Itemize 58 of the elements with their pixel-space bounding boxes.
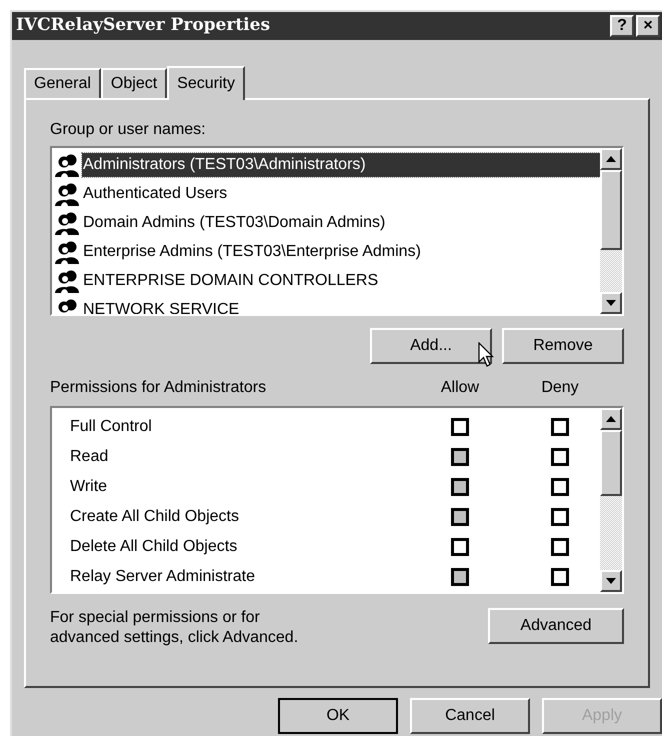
checkbox[interactable]: [451, 418, 469, 436]
user-group-icon: [54, 210, 80, 234]
group-list-item[interactable]: Domain Admins (TEST03\Domain Admins): [82, 210, 386, 234]
group-list-label: Group or user names:: [50, 120, 207, 140]
checkbox[interactable]: [451, 448, 469, 466]
checkbox[interactable]: [551, 448, 569, 466]
advanced-note: For special permissions or for advanced settings, click Advanced.: [50, 608, 300, 648]
scrollbar[interactable]: [600, 408, 622, 592]
tab[interactable]: Object: [100, 68, 168, 98]
close-button[interactable]: ×: [636, 15, 660, 37]
checkbox[interactable]: [451, 538, 469, 556]
permission-name: Relay Server Administrate: [69, 567, 256, 587]
checkbox[interactable]: [551, 538, 569, 556]
permission-name: Create All Child Objects: [69, 507, 240, 527]
checkbox[interactable]: [451, 508, 469, 526]
help-button[interactable]: ?: [610, 15, 634, 37]
group-list-item[interactable]: Authenticated Users: [82, 182, 228, 206]
down-arrow-icon: [606, 300, 616, 306]
window-title: IVCRelayServer Properties: [16, 14, 272, 38]
permission-name: Read: [69, 447, 110, 467]
scroll-thumb[interactable]: [600, 430, 622, 496]
group-list-item[interactable]: Administrators (TEST03\Administrators): [82, 152, 600, 176]
tab[interactable]: General: [24, 68, 101, 98]
checkbox[interactable]: [551, 478, 569, 496]
scroll-up-button[interactable]: [600, 148, 622, 170]
ok-button[interactable]: OK: [278, 698, 398, 734]
checkbox[interactable]: [551, 508, 569, 526]
add-button[interactable]: Add...: [370, 328, 492, 364]
permission-name: Delete All Child Objects: [69, 537, 238, 557]
user-group-icon: [54, 152, 80, 176]
permission-name: Write: [69, 477, 108, 497]
group-list-item[interactable]: Enterprise Admins (TEST03\Enterprise Admins): [82, 240, 422, 264]
tab[interactable]: Security: [167, 66, 245, 100]
user-group-icon: [54, 268, 80, 292]
group-list-item[interactable]: ENTERPRISE DOMAIN CONTROLLERS: [82, 268, 380, 292]
up-arrow-icon: [606, 156, 616, 162]
user-group-icon: [54, 240, 80, 264]
checkbox[interactable]: [551, 418, 569, 436]
scroll-thumb[interactable]: [600, 170, 622, 250]
deny-column-header: Deny: [540, 378, 580, 398]
advanced-button[interactable]: Advanced: [488, 608, 624, 644]
scroll-down-button[interactable]: [600, 570, 622, 592]
scrollbar[interactable]: [600, 148, 622, 314]
group-list-item[interactable]: NETWORK SERVICE: [82, 298, 240, 314]
down-arrow-icon: [606, 578, 616, 584]
checkbox[interactable]: [451, 478, 469, 496]
cancel-button[interactable]: Cancel: [410, 698, 530, 734]
permissions-label: Permissions for Administrators: [50, 378, 268, 398]
checkbox[interactable]: [451, 568, 469, 586]
user-group-icon: [54, 182, 80, 206]
checkbox[interactable]: [551, 568, 569, 586]
allow-column-header: Allow: [440, 378, 480, 398]
scroll-up-button[interactable]: [600, 408, 622, 430]
up-arrow-icon: [606, 416, 616, 422]
scroll-down-button[interactable]: [600, 292, 622, 314]
permission-name: Full Control: [69, 417, 153, 437]
remove-button[interactable]: Remove: [502, 328, 624, 364]
cursor-icon: [478, 342, 494, 368]
